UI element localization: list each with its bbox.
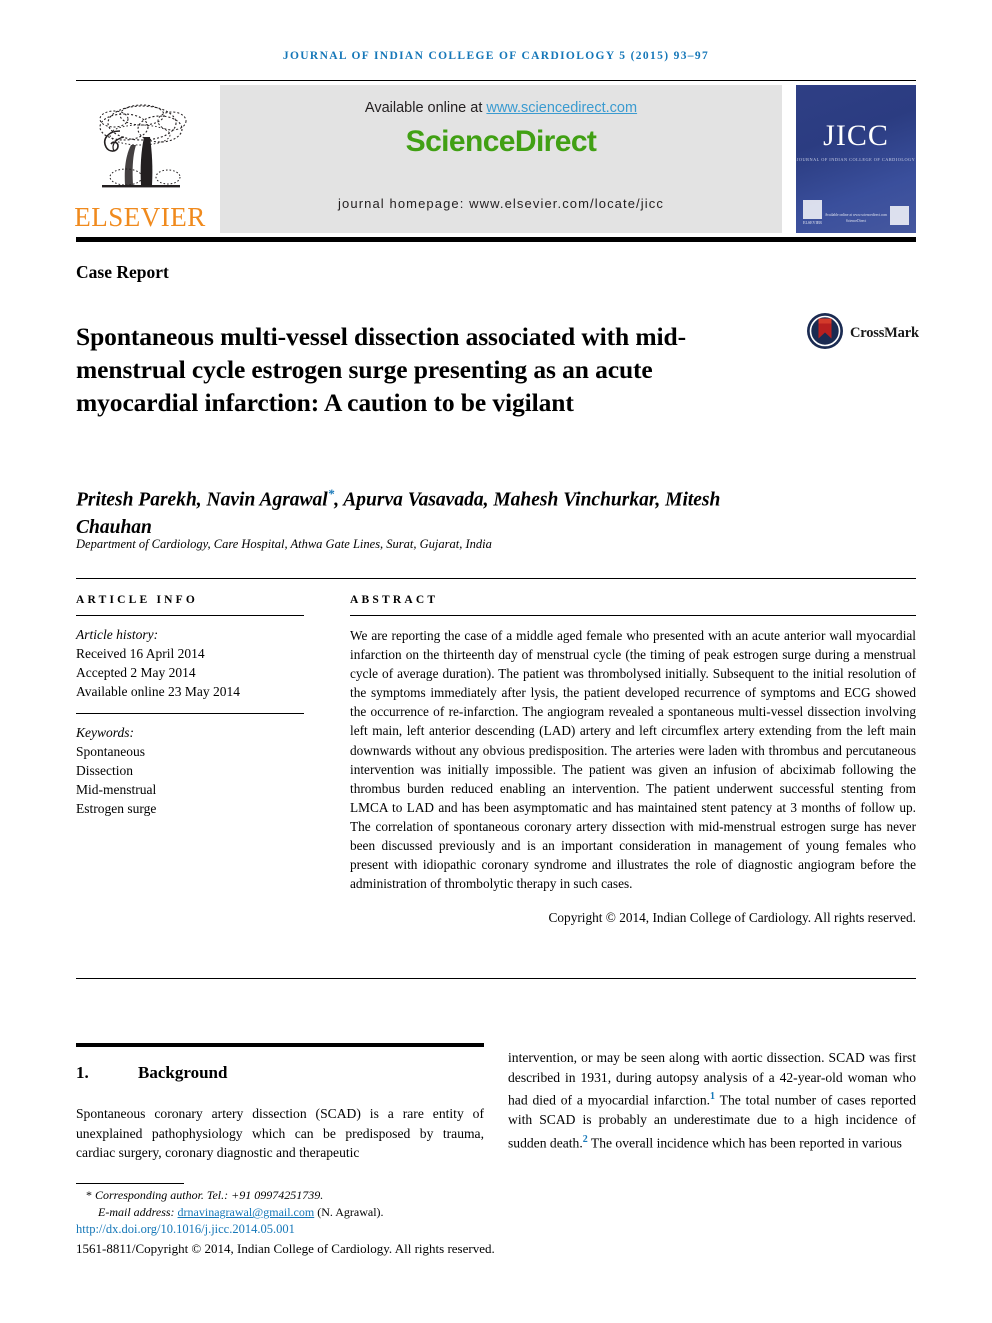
- article-info-heading: ARTICLE INFO: [76, 594, 199, 606]
- elsevier-wordmark: ELSEVIER: [74, 202, 206, 232]
- abstract-column: ABSTRACT We are reporting the case of a …: [350, 594, 916, 926]
- info-section-bottom-rule: [76, 978, 916, 979]
- background-paragraph-left: Spontaneous coronary artery dissection (…: [76, 1106, 484, 1161]
- body-text-part-3: The overall incidence which has been rep…: [587, 1135, 902, 1151]
- page-title: Spontaneous multi-vessel dissection asso…: [76, 322, 686, 418]
- footnote-star: *: [86, 1188, 92, 1202]
- corresponding-author-note: * Corresponding author. Tel.: +91 099742…: [76, 1188, 576, 1203]
- email-note: E-mail address: drnavinagrawal@gmail.com…: [76, 1205, 576, 1220]
- article-page: Journal of Indian College of Cardiology …: [0, 0, 992, 1323]
- body-column-left: 1. Background Spontaneous coronary arter…: [76, 1052, 484, 1163]
- article-type: Case Report: [76, 262, 169, 282]
- keywords-block: Keywords: Spontaneous Dissection Mid-men…: [76, 714, 304, 818]
- authors-first-part: Pritesh Parekh, Navin Agrawal: [76, 489, 328, 511]
- section-title: Background: [138, 1063, 228, 1082]
- available-online-line: Available online at www.sciencedirect.co…: [365, 100, 637, 116]
- email-link[interactable]: drnavinagrawal@gmail.com: [178, 1205, 315, 1219]
- corresponding-author-text: Corresponding author. Tel.: +91 09974251…: [95, 1188, 324, 1202]
- author-list: Pritesh Parekh, Navin Agrawal*, Apurva V…: [76, 480, 776, 541]
- masthead-top-rule: [76, 80, 916, 81]
- journal-cover-acronym: JICC: [823, 119, 889, 152]
- cover-publisher-note: Available online at www.sciencedirect.co…: [824, 213, 888, 218]
- keyword-item: Mid-menstrual: [76, 782, 157, 797]
- doi-link[interactable]: http://dx.doi.org/10.1016/j.jicc.2014.05…: [76, 1222, 576, 1237]
- sciencedirect-wordmark: ScienceDirect: [405, 125, 597, 158]
- abstract-copyright: Copyright © 2014, Indian College of Card…: [548, 910, 916, 926]
- article-history-label: Article history:: [76, 627, 159, 642]
- background-paragraph-right: intervention, or may be seen along with …: [508, 1048, 916, 1153]
- keyword-item: Estrogen surge: [76, 801, 157, 816]
- info-section-top-rule: [76, 578, 916, 579]
- page-footer: * Corresponding author. Tel.: +91 099742…: [76, 1183, 576, 1257]
- crossmark-label: CrossMark: [850, 325, 919, 341]
- section-number: 1.: [76, 1063, 89, 1082]
- crossmark-badge[interactable]: CrossMark: [806, 312, 919, 355]
- section-heading: 1. Background: [76, 1063, 484, 1083]
- article-info-column: ARTICLE INFO Article history: Received 1…: [76, 594, 304, 818]
- article-received-date: Received 16 April 2014: [76, 646, 205, 661]
- journal-masthead: ELSEVIER Available online at www.science…: [74, 80, 916, 242]
- elsevier-tree-icon: [84, 97, 196, 203]
- email-label: E-mail address:: [98, 1205, 175, 1219]
- elsevier-logo: ELSEVIER: [74, 85, 206, 233]
- crossmark-icon: [806, 312, 844, 355]
- issn-copyright-line: 1561-8811/Copyright © 2014, Indian Colle…: [76, 1241, 495, 1256]
- body-column-right: intervention, or may be seen along with …: [508, 1048, 916, 1153]
- cover-publisher-name: ScienceDirect: [845, 218, 867, 223]
- journal-cover-subtitle: JOURNAL OF INDIAN COLLEGE OF CARDIOLOGY: [796, 157, 916, 162]
- article-accepted-date: Accepted 2 May 2014: [76, 665, 196, 680]
- keyword-item: Dissection: [76, 763, 133, 778]
- background-section-rule: [76, 1043, 484, 1047]
- email-owner: (N. Agrawal).: [317, 1205, 384, 1219]
- journal-homepage-line[interactable]: journal homepage: www.elsevier.com/locat…: [220, 196, 782, 211]
- keywords-label: Keywords:: [76, 725, 134, 740]
- journal-cover-footer: ELSEVIER Available online at www.science…: [796, 200, 916, 225]
- masthead-bottom-rule: [76, 237, 916, 242]
- elsevier-tree-mini-icon: [803, 200, 822, 219]
- cover-elsevier-label: ELSEVIER: [803, 220, 822, 225]
- keyword-item: Spontaneous: [76, 744, 145, 759]
- available-online-text: Available online at: [364, 100, 487, 116]
- journal-cover-thumbnail: JICC JOURNAL OF INDIAN COLLEGE OF CARDIO…: [796, 85, 916, 233]
- affiliation: Department of Cardiology, Care Hospital,…: [76, 537, 492, 551]
- abstract-text: We are reporting the case of a middle ag…: [350, 628, 916, 892]
- sciencedirect-banner: Available online at www.sciencedirect.co…: [220, 85, 782, 233]
- footnote-rule: [76, 1183, 184, 1184]
- abstract-heading: ABSTRACT: [350, 594, 439, 606]
- article-history-block: Article history: Received 16 April 2014 …: [76, 616, 304, 701]
- running-head: Journal of Indian College of Cardiology …: [282, 50, 710, 62]
- article-available-online-date: Available online 23 May 2014: [76, 684, 240, 699]
- society-seal-icon: [890, 206, 909, 225]
- sciencedirect-link[interactable]: www.sciencedirect.com: [486, 100, 637, 116]
